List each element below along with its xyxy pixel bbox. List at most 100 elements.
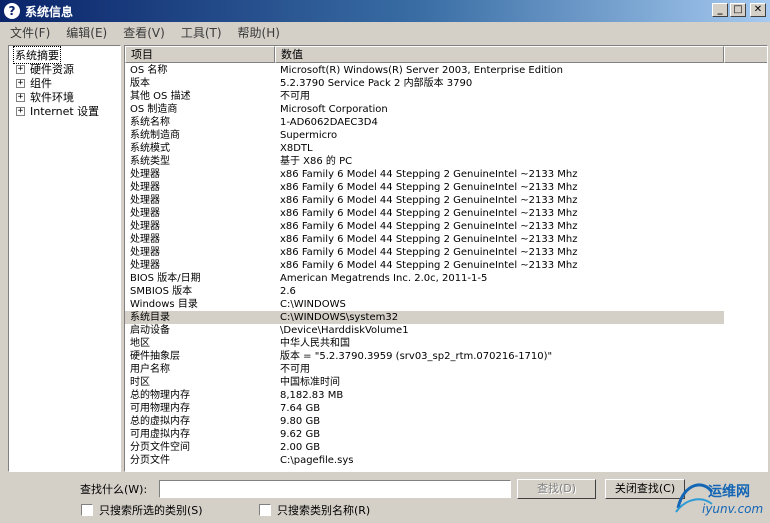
cell-value: x86 Family 6 Model 44 Stepping 2 Genuine… [280,208,578,219]
minimize-button[interactable]: _ [712,3,728,17]
help-info-icon: ? [4,3,20,19]
cell-item: 启动设备 [130,325,170,336]
cell-item: 用户名称 [130,364,170,375]
cell-item: 处理器 [130,195,160,206]
table-row[interactable]: 处理器 x86 Family 6 Model 44 Stepping 2 Genu… [125,259,724,272]
cell-value: 不可用 [280,364,310,375]
cell-value: 2.00 GB [280,442,321,453]
cell-item: 其他 OS 描述 [130,91,191,102]
table-row[interactable]: 总的虚拟内存 9.80 GB [125,415,724,428]
table-row[interactable]: 时区 中国标准时间 [125,376,724,389]
category-tree[interactable]: 系统摘要 + 硬件资源 + 组件 + 软件环境 + Internet 设置 [8,45,121,472]
cell-item: 总的虚拟内存 [130,416,190,427]
table-row[interactable]: 分页文件空间 2.00 GB [125,441,724,454]
column-header-value[interactable]: 数值 [275,46,724,63]
checkbox-box[interactable] [81,504,93,516]
close-button[interactable]: ✕ [750,3,766,17]
window-title: 系统信息 [25,4,74,19]
tree-item-hardware-resources[interactable]: + 硬件资源 [9,62,74,76]
table-row[interactable]: 处理器 x86 Family 6 Model 44 Stepping 2 Genu… [125,168,724,181]
search-category-names-checkbox[interactable]: 只搜索类别名称(R) [259,502,370,518]
watermark-sub-text: iyunv.com [702,502,764,516]
cell-value: Microsoft(R) Windows(R) Server 2003, Ent… [280,65,564,76]
cell-item: 处理器 [130,234,160,245]
find-button[interactable]: 查找(D) [517,479,596,499]
table-row[interactable]: 系统类型 基于 X86 的 PC [125,155,724,168]
cell-item: 分页文件空间 [130,442,190,453]
table-row[interactable]: 处理器 x86 Family 6 Model 44 Stepping 2 Genu… [125,207,724,220]
tree-item-system-summary[interactable]: 系统摘要 [9,46,61,64]
expand-plus-icon[interactable]: + [16,92,25,102]
table-row[interactable]: 处理器 x86 Family 6 Model 44 Stepping 2 Genu… [125,194,724,207]
table-row[interactable]: 其他 OS 描述 不可用 [125,90,724,103]
table-row[interactable]: 启动设备 \Device\HarddiskVolume1 [125,324,724,337]
table-row[interactable]: OS 制造商 Microsoft Corporation [125,103,724,116]
table-row[interactable]: SMBIOS 版本 2.6 [125,285,724,298]
column-header-item[interactable]: 项目 [125,46,275,63]
table-row[interactable]: 系统制造商 Supermicro [125,129,724,142]
find-label: 查找什么(W): [80,483,148,496]
cell-value: 9.62 GB [280,429,321,440]
cell-item: 可用虚拟内存 [130,429,190,440]
checkbox-box[interactable] [259,504,271,516]
cell-value: American Megatrends Inc. 2.0c, 2011-1-5 [280,273,488,284]
menu-file[interactable]: 文件(F) [2,24,58,41]
table-row[interactable]: 版本 5.2.3790 Service Pack 2 内部版本 3790 [125,77,724,90]
table-row[interactable]: 处理器 x86 Family 6 Model 44 Stepping 2 Genu… [125,181,724,194]
table-row[interactable]: 分页文件 C:\pagefile.sys [125,454,724,467]
table-row[interactable]: 可用虚拟内存 9.62 GB [125,428,724,441]
watermark-logo: 运维网 iyunv.com [672,474,768,521]
menu-view[interactable]: 查看(V) [115,24,173,41]
table-row[interactable]: 处理器 x86 Family 6 Model 44 Stepping 2 Genu… [125,246,724,259]
expand-plus-icon[interactable]: + [16,64,25,74]
table-row[interactable]: 处理器 x86 Family 6 Model 44 Stepping 2 Genu… [125,233,724,246]
table-row[interactable]: 硬件抽象层 版本 = "5.2.3790.3959 (srv03_sp2_rtm.… [125,350,724,363]
menu-edit[interactable]: 编辑(E) [58,24,115,41]
cell-value: x86 Family 6 Model 44 Stepping 2 Genuine… [280,221,578,232]
find-input[interactable] [159,480,511,498]
expand-plus-icon[interactable]: + [16,106,25,116]
cell-item: 系统类型 [130,156,170,167]
cell-item: 版本 [130,78,150,89]
cell-value: 基于 X86 的 PC [280,156,353,167]
table-row[interactable]: 系统名称 1-AD6062DAEC3D4 [125,116,724,129]
expand-plus-icon[interactable]: + [16,78,25,88]
cell-value: C:\WINDOWS [280,299,346,310]
cell-item: 处理器 [130,247,160,258]
menu-tools[interactable]: 工具(T) [173,24,230,41]
table-row[interactable]: 系统目录 C:\WINDOWS\system32 [125,311,724,324]
cell-item: 硬件抽象层 [130,351,180,362]
cell-value: x86 Family 6 Model 44 Stepping 2 Genuine… [280,260,578,271]
cell-item: 总的物理内存 [130,390,190,401]
cell-value: C:\WINDOWS\system32 [280,312,399,323]
table-row[interactable]: 可用物理内存 7.64 GB [125,402,724,415]
cell-item: 系统名称 [130,117,170,128]
maximize-button[interactable]: □ [730,3,746,17]
table-row[interactable]: 用户名称 不可用 [125,363,724,376]
search-selected-category-checkbox[interactable]: 只搜索所选的类别(S) [81,502,203,518]
table-row[interactable]: Windows 目录 C:\WINDOWS [125,298,724,311]
table-row[interactable]: BIOS 版本/日期 American Megatrends Inc. 2.0c,… [125,272,724,285]
tree-item-label: Internet 设置 [30,105,100,118]
cell-item: 系统制造商 [130,130,180,141]
table-row[interactable]: 地区 中华人民共和国 [125,337,724,350]
checkbox-label: 只搜索类别名称(R) [277,504,371,517]
menu-help[interactable]: 帮助(H) [230,24,288,41]
cell-item: 时区 [130,377,150,388]
tree-item-software-environment[interactable]: + 软件环境 [9,90,74,104]
tree-item-internet-settings[interactable]: + Internet 设置 [9,104,99,118]
details-list[interactable]: 项目 数值 OS 名称 Microsoft(R) Windows(R) Serve… [124,45,768,472]
table-row[interactable]: OS 名称 Microsoft(R) Windows(R) Server 2003… [125,64,724,77]
cell-value: x86 Family 6 Model 44 Stepping 2 Genuine… [280,169,578,180]
table-row[interactable]: 系统模式 X8DTL [125,142,724,155]
table-row[interactable]: 处理器 x86 Family 6 Model 44 Stepping 2 Genu… [125,220,724,233]
cell-value: \Device\HarddiskVolume1 [280,325,409,336]
cell-value: C:\pagefile.sys [280,455,354,466]
cell-value: x86 Family 6 Model 44 Stepping 2 Genuine… [280,247,578,258]
watermark-main-text: 运维网 [708,484,750,500]
cell-value: 2.6 [280,286,296,297]
table-row[interactable]: 总的物理内存 8,182.83 MB [125,389,724,402]
cell-value: 中国标准时间 [280,377,340,388]
tree-item-components[interactable]: + 组件 [9,76,52,90]
cell-item: 处理器 [130,221,160,232]
